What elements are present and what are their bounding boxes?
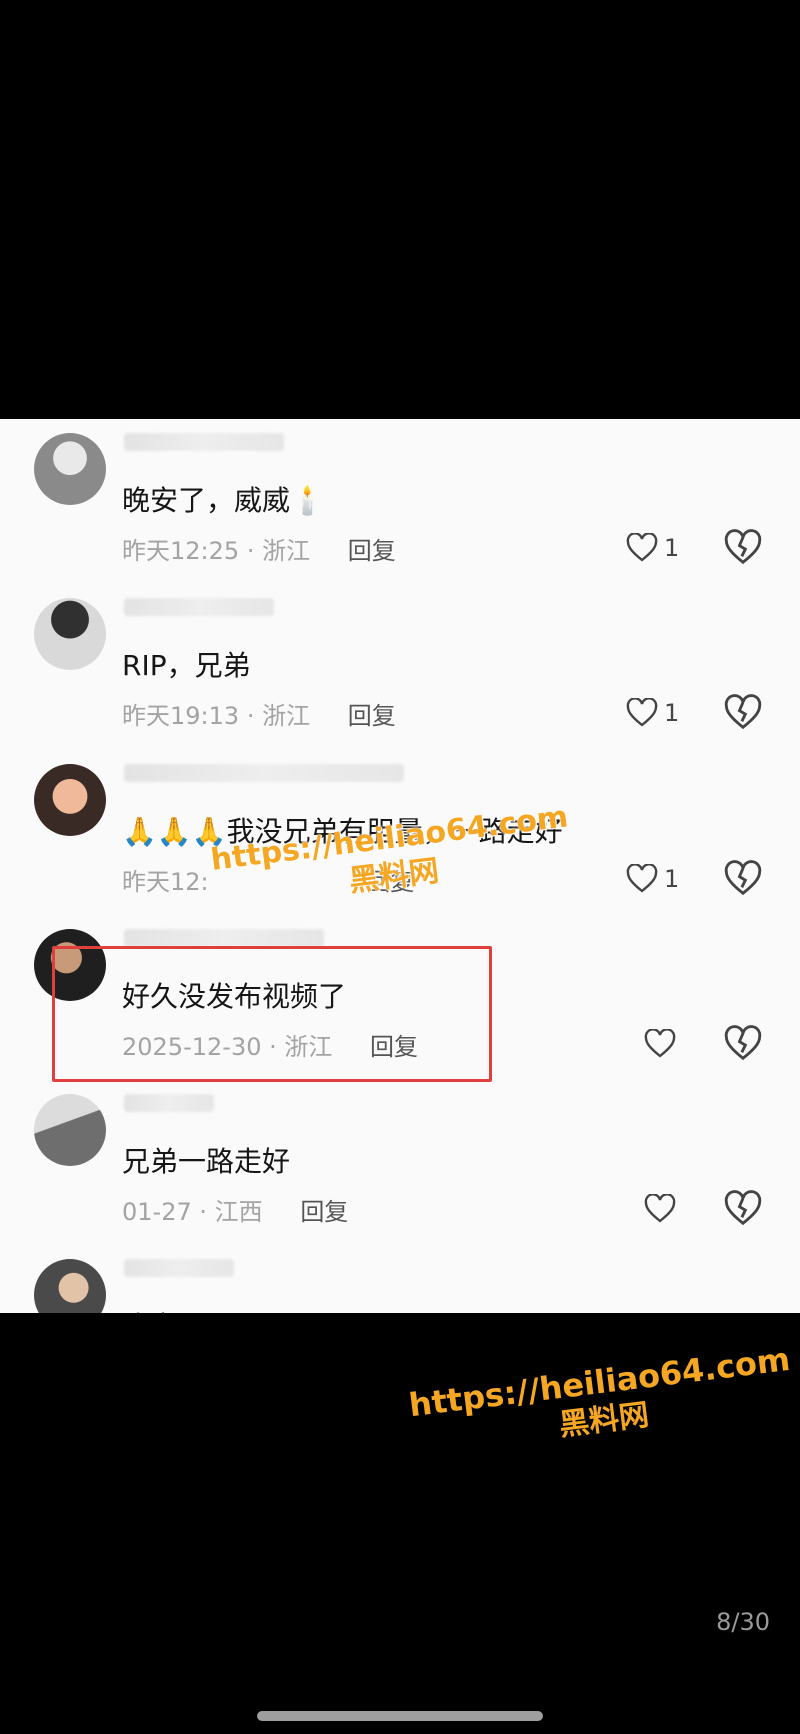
- heart-icon: [644, 1029, 676, 1058]
- comment-meta: 昨天12:25 · 浙江 回复: [122, 531, 396, 566]
- heart-icon: [626, 698, 658, 727]
- comment-location: 浙江: [262, 702, 311, 730]
- comment-meta: 01-27 · 江西 回复: [122, 1192, 348, 1227]
- comment-item: 兄弟一路走好 01-27 · 江西 回复: [0, 1080, 800, 1240]
- like-count: 1: [664, 534, 680, 562]
- broken-heart-icon[interactable]: [724, 694, 762, 732]
- comment-time: 01-27: [122, 1198, 192, 1226]
- home-indicator[interactable]: [257, 1711, 543, 1721]
- avatar[interactable]: [34, 1259, 106, 1313]
- broken-heart-icon[interactable]: [724, 529, 762, 567]
- like-button[interactable]: 1: [626, 528, 696, 568]
- page-indicator: 8/30: [716, 1608, 770, 1636]
- avatar[interactable]: [34, 433, 106, 505]
- reply-button[interactable]: 回复: [348, 702, 396, 730]
- username-blurred: [124, 929, 324, 947]
- like-button[interactable]: [644, 1189, 714, 1229]
- separator: ·: [246, 537, 255, 565]
- like-button[interactable]: 1: [626, 693, 696, 733]
- comment-text: 兄弟一路走好: [122, 1145, 291, 1178]
- watermark: https://heiliao64.com 黑料网: [407, 1339, 797, 1463]
- comment-time: 昨天12:25: [122, 537, 240, 565]
- username-blurred: [124, 1259, 234, 1277]
- comment-text: 晚安😊😊😊: [122, 1305, 266, 1313]
- highlight-box: [52, 946, 492, 1082]
- comment-time: 昨天12:: [122, 868, 209, 896]
- broken-heart-icon[interactable]: [724, 860, 762, 898]
- username-blurred: [124, 764, 404, 782]
- comment-item: RIP，兄弟 昨天19:13 · 浙江 回复 1: [0, 584, 800, 744]
- avatar[interactable]: [34, 1094, 106, 1166]
- comment-meta: 昨天19:13 · 浙江 回复: [122, 696, 396, 731]
- reply-button[interactable]: 回复: [348, 537, 396, 565]
- avatar[interactable]: [34, 598, 106, 670]
- username-blurred: [124, 433, 284, 451]
- broken-heart-icon[interactable]: [724, 1190, 762, 1228]
- comment-location: 江西: [214, 1198, 263, 1226]
- comment-location: 浙江: [262, 537, 311, 565]
- comment-text: 晚安了，威威🕯️: [122, 484, 325, 517]
- username-blurred: [124, 1094, 214, 1112]
- comment-item: 晚安了，威威🕯️ 昨天12:25 · 浙江 回复 1: [0, 419, 800, 579]
- comment-text: RIP，兄弟: [122, 649, 251, 682]
- comment-time: 昨天19:13: [122, 702, 240, 730]
- comment-item: 晚安😊😊😊: [0, 1245, 800, 1313]
- like-count: 1: [664, 865, 680, 893]
- username-blurred: [124, 598, 274, 616]
- heart-icon: [626, 864, 658, 893]
- avatar[interactable]: [34, 764, 106, 836]
- separator: ·: [246, 702, 255, 730]
- heart-icon: [644, 1194, 676, 1223]
- broken-heart-icon[interactable]: [724, 1025, 762, 1063]
- like-count: 1: [664, 699, 680, 727]
- like-button[interactable]: 1: [626, 859, 696, 899]
- like-button[interactable]: [644, 1024, 714, 1064]
- heart-icon: [626, 533, 658, 562]
- reply-button[interactable]: 回复: [300, 1198, 348, 1226]
- separator: ·: [199, 1198, 208, 1226]
